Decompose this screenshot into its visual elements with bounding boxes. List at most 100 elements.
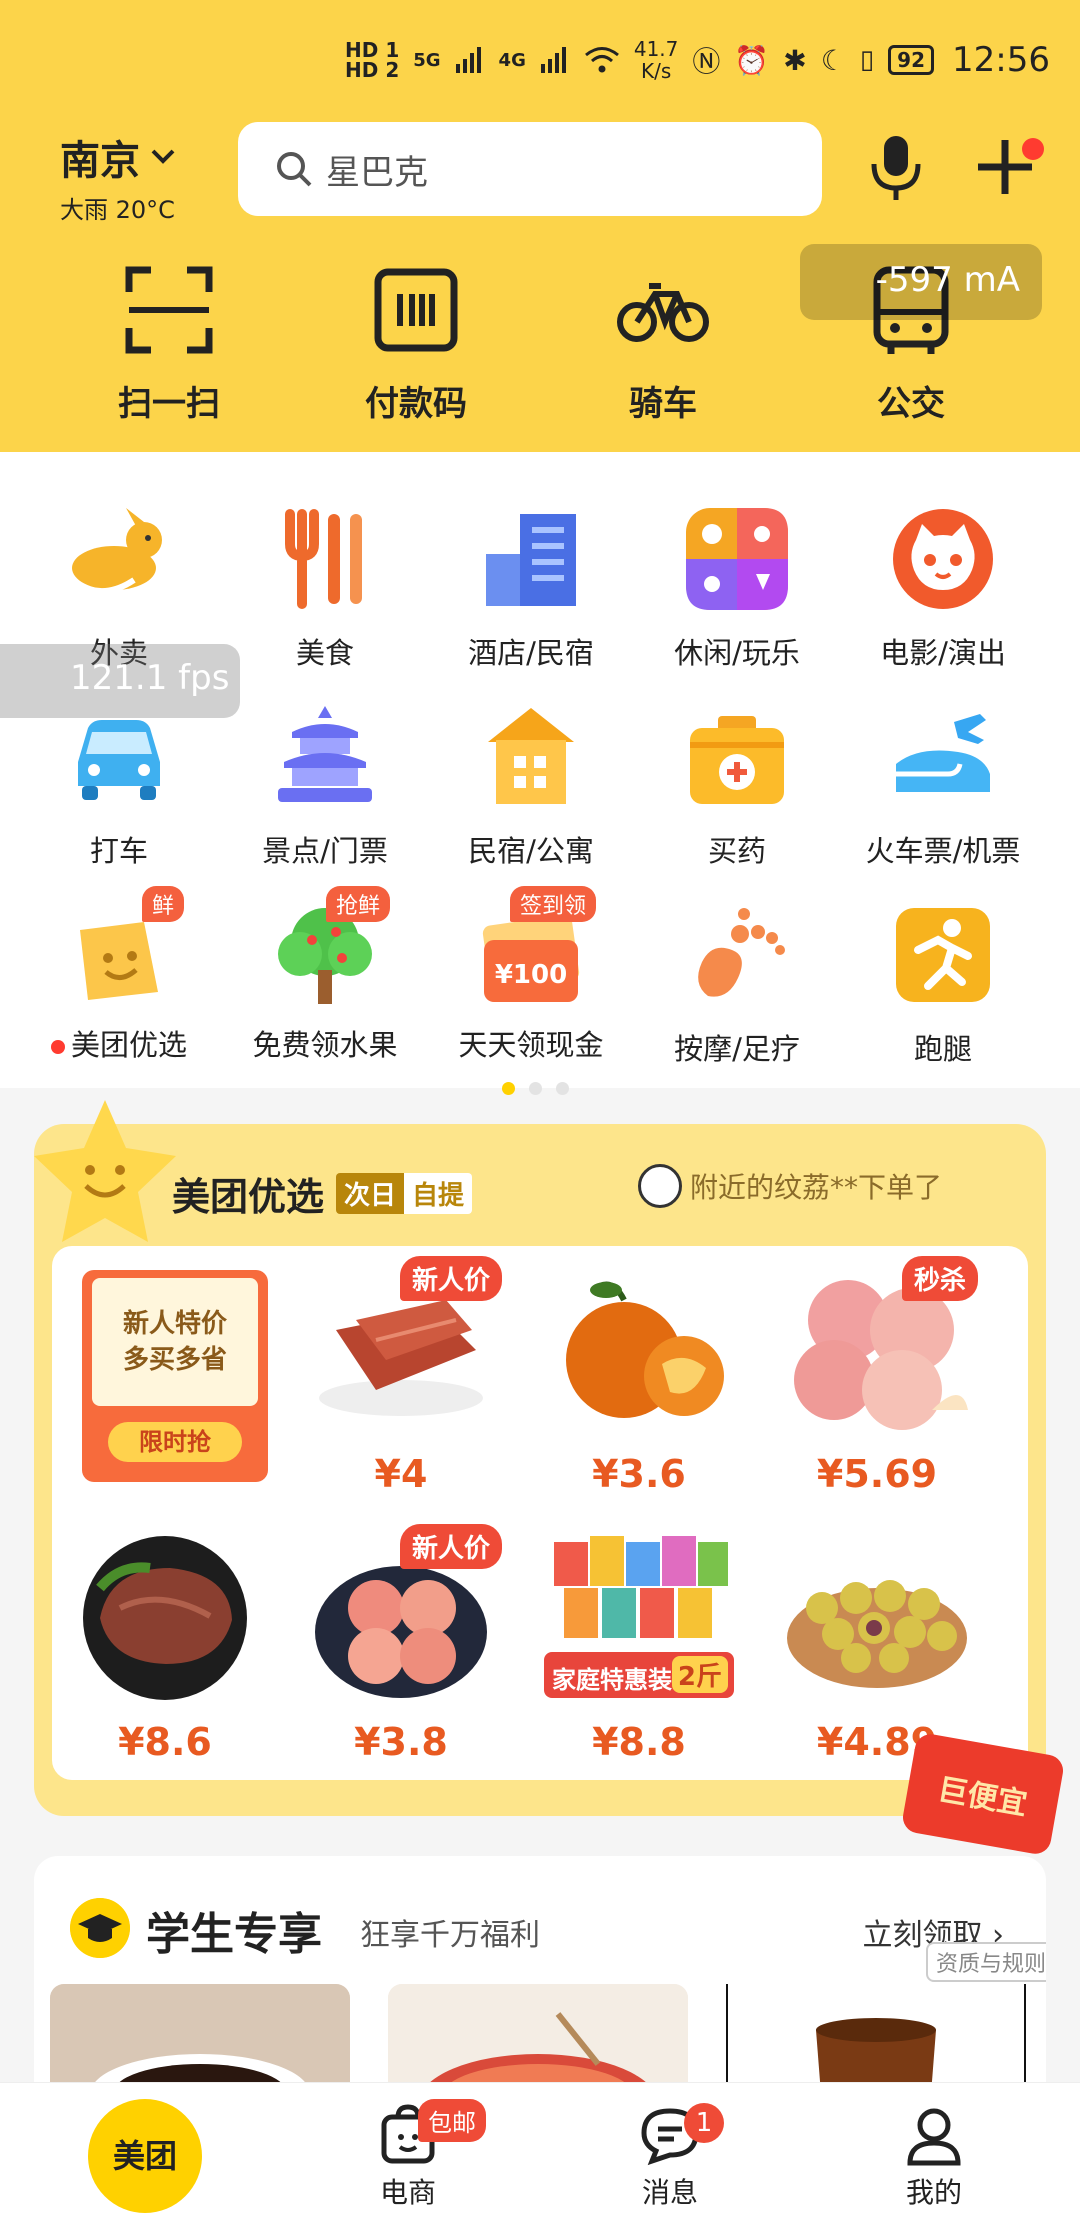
weather-text: 大雨 20°C [60, 196, 175, 224]
speed-unit: K/s [640, 59, 672, 83]
promo-line2: 多买多省 [122, 1345, 227, 1375]
quick-action-label: 付款码 [365, 384, 467, 424]
product-badge: 新人价 [399, 1524, 502, 1569]
snacks-caption: 家庭特惠装 [552, 1666, 672, 1694]
nav-label: 我的 [905, 2176, 962, 2209]
product-badge: 新人价 [399, 1256, 502, 1301]
city-name: 南京 [60, 138, 140, 184]
free-shipping-badge: 包邮 [418, 2099, 486, 2142]
microphone-icon[interactable] [866, 132, 926, 204]
newcomer-promo[interactable]: 新人特价 多买多省 限时抢 [82, 1270, 268, 1482]
current-overlay: -597 mA [800, 244, 1042, 320]
quick-action-label: 公交 [877, 384, 945, 424]
graduation-cap-icon [70, 1898, 130, 1958]
service-daily-cash[interactable]: ¥100 签到领 天天领现金 [428, 886, 634, 1064]
service-food[interactable]: 美食 [222, 504, 428, 672]
service-tag: 抢鲜 [325, 886, 390, 922]
promo-paper: 新人特价 多买多省 [92, 1278, 258, 1406]
signal-icon [455, 47, 481, 73]
service-attractions[interactable]: 景点/门票 [222, 702, 428, 870]
service-label: 景点/门票 [262, 834, 388, 868]
beef-icon [83, 1536, 247, 1700]
service-taxi[interactable]: 打车 [16, 702, 222, 870]
service-label: 休闲/玩乐 [674, 636, 800, 670]
product-item[interactable]: 新人价 ¥3.8 [306, 1524, 502, 1764]
service-homestay[interactable]: 民宿/公寓 [428, 702, 634, 870]
nav-label: 消息 [641, 2176, 698, 2209]
quick-action-label: 骑车 [629, 384, 697, 424]
product-item[interactable]: ¥3.6 [544, 1260, 734, 1496]
runner-icon [896, 908, 990, 1002]
leisure-icon [686, 508, 788, 610]
service-label: 天天领现金 [458, 1028, 604, 1062]
service-label: 买药 [707, 834, 766, 868]
promo-line1: 新人特价 [122, 1309, 227, 1339]
sim2-label: HD 2 [345, 58, 400, 82]
service-youxuan[interactable]: 鲜 美团优选 [16, 886, 222, 1064]
speed-value: 41.7 [633, 37, 679, 61]
hotel-icon [486, 514, 576, 606]
youxuan-card[interactable]: 美团优选 次日 自提 附近的纹荔**下单了 新人特价 多买多省 限时抢 新人价 … [34, 1100, 1046, 1816]
bottom-nav: 美团 电商 包邮 消息 1 我的 [0, 2082, 1080, 2228]
service-label: 民宿/公寓 [468, 834, 594, 868]
service-label: 美团优选 [70, 1028, 187, 1062]
service-label: 火车票/机票 [865, 834, 1021, 868]
product-price: ¥8.6 [118, 1720, 212, 1764]
product-item[interactable]: 秒杀 ¥5.69 [782, 1256, 978, 1496]
product-item[interactable]: ¥4.89 [782, 1528, 972, 1764]
quick-action-paycode[interactable]: 付款码 [291, 262, 541, 425]
service-errand[interactable]: 跑腿 [840, 900, 1046, 1068]
page-dot [529, 1082, 542, 1095]
kangaroo-icon [72, 508, 162, 594]
service-leisure[interactable]: 休闲/玩乐 [634, 504, 840, 672]
service-free-fruit[interactable]: 抢鲜 免费领水果 [222, 886, 428, 1064]
nav-profile[interactable]: 我的 [844, 2083, 1024, 2211]
service-tag: 鲜 [141, 886, 184, 922]
sim1-label: HD 1 [345, 38, 400, 62]
bicycle-icon [617, 283, 709, 342]
battery-indicator: 92 [888, 45, 935, 75]
wifi-icon [584, 47, 619, 73]
service-label: 打车 [89, 834, 148, 868]
service-hotel[interactable]: 酒店/民宿 [428, 504, 634, 672]
net2-label: 4G [498, 49, 526, 71]
notification-dot [1022, 138, 1044, 160]
service-label: 跑腿 [913, 1032, 972, 1066]
bluetooth-icon: ✱ [783, 43, 807, 77]
nav-shop[interactable]: 电商 包邮 [318, 2083, 498, 2211]
product-badge: 秒杀 [901, 1256, 978, 1301]
train-plane-icon [896, 714, 990, 792]
service-massage[interactable]: 按摩/足疗 [634, 900, 840, 1068]
medicine-box-icon [690, 716, 784, 804]
temple-icon [278, 706, 372, 802]
product-item[interactable]: 新人价 ¥4 [306, 1256, 502, 1496]
nav-messages[interactable]: 消息 1 [580, 2083, 760, 2211]
moon-icon: ☾ [820, 43, 846, 77]
quick-action-scan[interactable]: 扫一扫 [44, 262, 294, 425]
nav-label: 电商 [379, 2176, 436, 2209]
rules-link[interactable]: 资质与规则 [925, 1942, 1046, 1982]
search-placeholder: 星巴克 [326, 152, 428, 193]
notification-dot [50, 1040, 65, 1054]
product-price: ¥8.8 [592, 1720, 686, 1764]
next-day-tag: 次日 [336, 1173, 405, 1214]
service-label: 美食 [295, 636, 354, 670]
quick-action-bike[interactable]: 骑车 [538, 262, 788, 425]
foot-icon [698, 908, 785, 997]
status-bar: HD 1 HD 2 5G 4G 41.7 K/s Ⓝ ⏰ ✱ ☾ ▯ 92 12… [345, 30, 1050, 90]
service-medicine[interactable]: 买药 [634, 702, 840, 870]
service-label: 电影/演出 [880, 636, 1006, 670]
net-speed: 41.7 K/s [634, 38, 679, 82]
nav-home[interactable]: 美团 [88, 2099, 202, 2213]
cash-amount: ¥100 [494, 960, 568, 990]
page-dot-active [502, 1082, 515, 1095]
service-movie[interactable]: 电影/演出 [840, 504, 1046, 672]
search-input[interactable]: 星巴克 [238, 122, 822, 216]
order-ticker: 附近的纹荔**下单了 [638, 1164, 942, 1208]
product-item[interactable]: 家庭特惠装 2斤 ¥8.8 [544, 1528, 734, 1764]
product-item[interactable]: ¥8.6 [70, 1528, 260, 1764]
quick-action-label: 扫一扫 [118, 384, 220, 424]
service-tickets[interactable]: 火车票/机票 [840, 702, 1046, 870]
city-selector[interactable]: 南京 大雨 20°C [60, 128, 176, 225]
car-icon [78, 720, 160, 800]
